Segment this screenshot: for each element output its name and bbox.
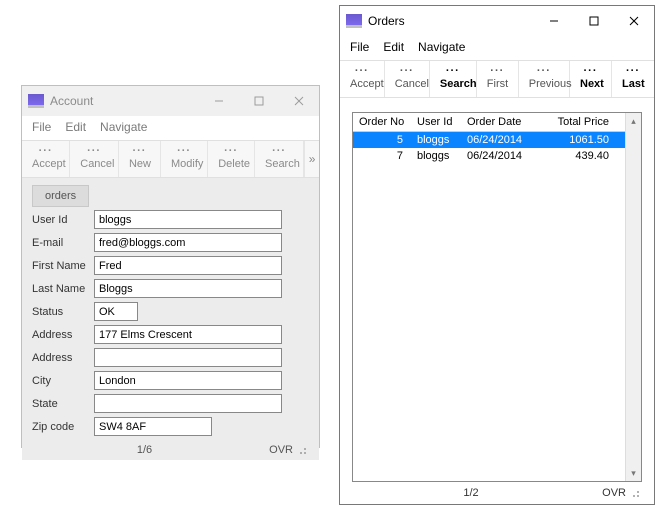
account-title: Account <box>50 94 93 108</box>
label-first-name: First Name <box>32 260 94 272</box>
table-row[interactable]: 5 bloggs 06/24/2014 1061.50 <box>353 132 625 148</box>
input-email[interactable] <box>94 233 282 252</box>
orders-menubar: File Edit Navigate <box>340 36 654 60</box>
menu-edit[interactable]: Edit <box>65 120 86 134</box>
scroll-up-icon[interactable]: ▴ <box>626 113 641 129</box>
cell-user-id: bloggs <box>411 132 461 148</box>
toolbar-new[interactable]: ···New <box>119 141 161 177</box>
scroll-down-icon[interactable]: ▾ <box>626 465 641 481</box>
toolbar-search[interactable]: ···Search <box>255 141 304 177</box>
label-address1: Address <box>32 329 94 341</box>
cell-user-id: bloggs <box>411 148 461 164</box>
col-total-price[interactable]: Total Price <box>539 113 615 131</box>
label-zip: Zip code <box>32 421 94 433</box>
input-address2[interactable] <box>94 348 282 367</box>
maximize-button[interactable] <box>574 6 614 36</box>
toolbar-accept[interactable]: ···Accept <box>340 61 385 97</box>
orders-table: Order No User Id Order Date Total Price … <box>352 112 642 482</box>
col-order-date[interactable]: Order Date <box>461 113 539 131</box>
label-address2: Address <box>32 352 94 364</box>
account-statusbar: 1/6 OVR <box>32 440 309 460</box>
input-status[interactable] <box>94 302 138 321</box>
maximize-button[interactable] <box>239 86 279 116</box>
table-header-row: Order No User Id Order Date Total Price <box>353 113 625 132</box>
account-status-position: 1/6 <box>32 444 257 456</box>
cell-order-no: 5 <box>353 132 411 148</box>
toolbar-next[interactable]: ···Next <box>570 61 612 97</box>
input-address1[interactable] <box>94 325 282 344</box>
vertical-scrollbar[interactable]: ▴ ▾ <box>625 113 641 481</box>
label-state: State <box>32 398 94 410</box>
cell-order-no: 7 <box>353 148 411 164</box>
resize-grip-icon[interactable] <box>295 443 309 457</box>
minimize-button[interactable] <box>534 6 574 36</box>
input-user-id[interactable] <box>94 210 282 229</box>
minimize-button[interactable] <box>199 86 239 116</box>
label-status: Status <box>32 306 94 318</box>
menu-navigate[interactable]: Navigate <box>418 40 465 54</box>
input-city[interactable] <box>94 371 282 390</box>
app-icon <box>28 94 44 108</box>
toolbar-previous[interactable]: ···Previous <box>519 61 570 97</box>
orders-window: Orders File Edit Navigate ···Accept ···C… <box>339 5 655 505</box>
toolbar-delete[interactable]: ···Delete <box>208 141 255 177</box>
resize-grip-icon[interactable] <box>628 486 642 500</box>
orders-status-mode: OVR <box>590 487 626 499</box>
input-first-name[interactable] <box>94 256 282 275</box>
app-icon <box>346 14 362 28</box>
menu-file[interactable]: File <box>32 120 51 134</box>
menu-file[interactable]: File <box>350 40 369 54</box>
label-user-id: User Id <box>32 214 94 226</box>
account-status-mode: OVR <box>257 444 293 456</box>
orders-statusbar: 1/2 OVR <box>352 482 642 504</box>
cell-order-date: 06/24/2014 <box>461 132 539 148</box>
toolbar-cancel[interactable]: ···Cancel <box>385 61 430 97</box>
account-titlebar[interactable]: Account <box>22 86 319 116</box>
orders-button[interactable]: orders <box>32 185 89 207</box>
label-city: City <box>32 375 94 387</box>
input-state[interactable] <box>94 394 282 413</box>
cell-total-price: 439.40 <box>539 148 615 164</box>
col-user-id[interactable]: User Id <box>411 113 461 131</box>
toolbar-first[interactable]: ···First <box>477 61 519 97</box>
col-order-no[interactable]: Order No <box>353 113 411 131</box>
input-zip[interactable] <box>94 417 212 436</box>
account-window: Account File Edit Navigate ···Accept ···… <box>21 85 320 448</box>
toolbar-search[interactable]: ···Search <box>430 61 477 97</box>
orders-status-position: 1/2 <box>352 487 590 499</box>
account-menubar: File Edit Navigate <box>22 116 319 140</box>
toolbar-overflow-icon[interactable]: » <box>304 141 319 177</box>
toolbar-accept[interactable]: ···Accept <box>22 141 70 177</box>
cell-total-price: 1061.50 <box>539 132 615 148</box>
toolbar-last[interactable]: ···Last <box>612 61 654 97</box>
orders-body: Order No User Id Order Date Total Price … <box>340 98 654 504</box>
menu-navigate[interactable]: Navigate <box>100 120 147 134</box>
input-last-name[interactable] <box>94 279 282 298</box>
table-row[interactable]: 7 bloggs 06/24/2014 439.40 <box>353 148 625 164</box>
toolbar-modify[interactable]: ···Modify <box>161 141 208 177</box>
label-last-name: Last Name <box>32 283 94 295</box>
label-email: E-mail <box>32 237 94 249</box>
menu-edit[interactable]: Edit <box>383 40 404 54</box>
orders-titlebar[interactable]: Orders <box>340 6 654 36</box>
toolbar-cancel[interactable]: ···Cancel <box>70 141 119 177</box>
close-button[interactable] <box>614 6 654 36</box>
account-body: orders User Id E-mail First Name Last Na… <box>22 178 319 460</box>
orders-toolbar: ···Accept ···Cancel ···Search ···First ·… <box>340 60 654 98</box>
close-button[interactable] <box>279 86 319 116</box>
orders-title: Orders <box>368 14 405 28</box>
cell-order-date: 06/24/2014 <box>461 148 539 164</box>
account-toolbar: ···Accept ···Cancel ···New ···Modify ···… <box>22 140 319 178</box>
